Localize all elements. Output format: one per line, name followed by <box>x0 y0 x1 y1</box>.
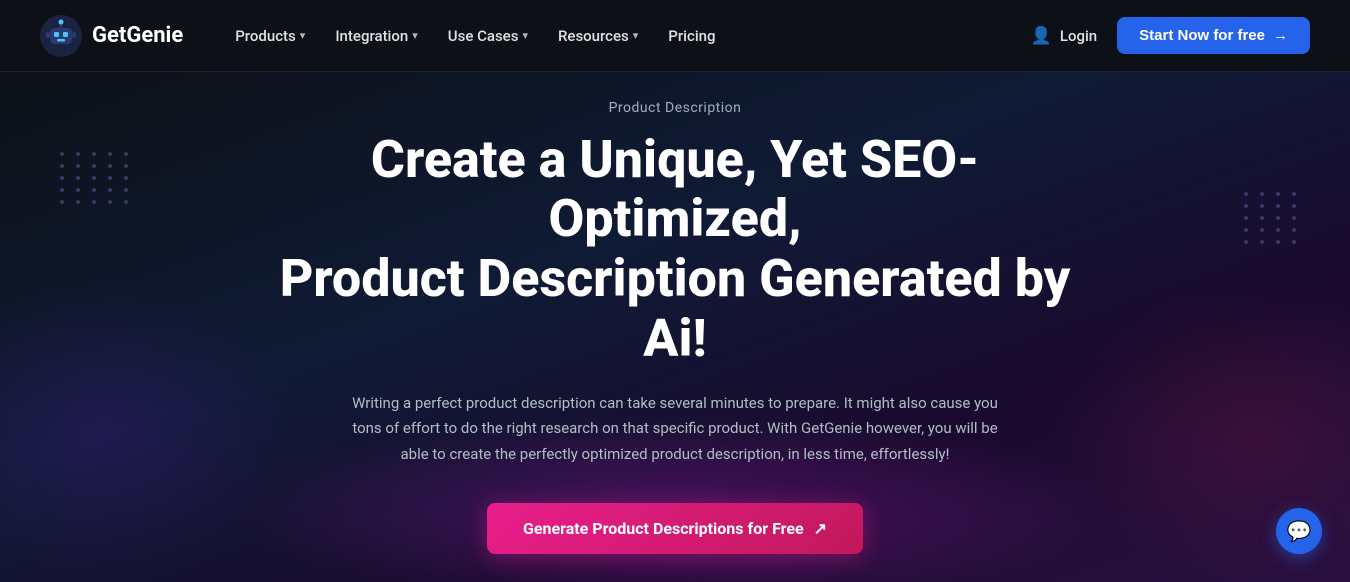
decorative-dots-left <box>60 152 132 204</box>
chevron-down-icon: ▾ <box>300 29 306 42</box>
nav-item-integration[interactable]: Integration ▾ <box>323 21 429 51</box>
login-button[interactable]: 👤 Login <box>1031 26 1097 46</box>
brand-name: GetGenie <box>92 23 183 48</box>
external-link-icon: ↗ <box>814 519 827 538</box>
user-icon: 👤 <box>1031 26 1052 46</box>
hero-description: Writing a perfect product description ca… <box>345 391 1005 468</box>
hero-subtitle: Product Description <box>609 100 742 116</box>
chevron-down-icon: ▾ <box>633 29 639 42</box>
chevron-down-icon: ▾ <box>522 29 528 42</box>
arrow-right-icon: → <box>1273 27 1288 44</box>
hero-title-line2: Product Description Generated by Ai! <box>280 248 1071 369</box>
nav-right: 👤 Login Start Now for free → <box>1031 17 1310 54</box>
hero-section: Product Description Create a Unique, Yet… <box>0 72 1350 582</box>
nav-item-resources[interactable]: Resources ▾ <box>546 21 650 51</box>
chat-bubble-button[interactable]: 💬 <box>1276 508 1322 554</box>
nav-links: Products ▾ Integration ▾ Use Cases ▾ Res… <box>223 21 1030 51</box>
navbar: GetGenie Products ▾ Integration ▾ Use Ca… <box>0 0 1350 72</box>
start-now-button[interactable]: Start Now for free → <box>1117 17 1310 54</box>
logo-link[interactable]: GetGenie <box>40 15 183 57</box>
nav-item-use-cases[interactable]: Use Cases ▾ <box>436 21 540 51</box>
nav-item-products[interactable]: Products ▾ <box>223 21 317 51</box>
nav-item-pricing[interactable]: Pricing <box>656 21 727 51</box>
chat-icon: 💬 <box>1287 519 1312 543</box>
hero-title: Create a Unique, Yet SEO-Optimized, Prod… <box>245 130 1105 369</box>
logo-icon <box>40 15 82 57</box>
hero-title-line1: Create a Unique, Yet SEO-Optimized, <box>371 129 979 250</box>
cta-button[interactable]: Generate Product Descriptions for Free ↗ <box>487 503 863 554</box>
decorative-dots-right <box>1244 192 1300 244</box>
chevron-down-icon: ▾ <box>412 29 418 42</box>
